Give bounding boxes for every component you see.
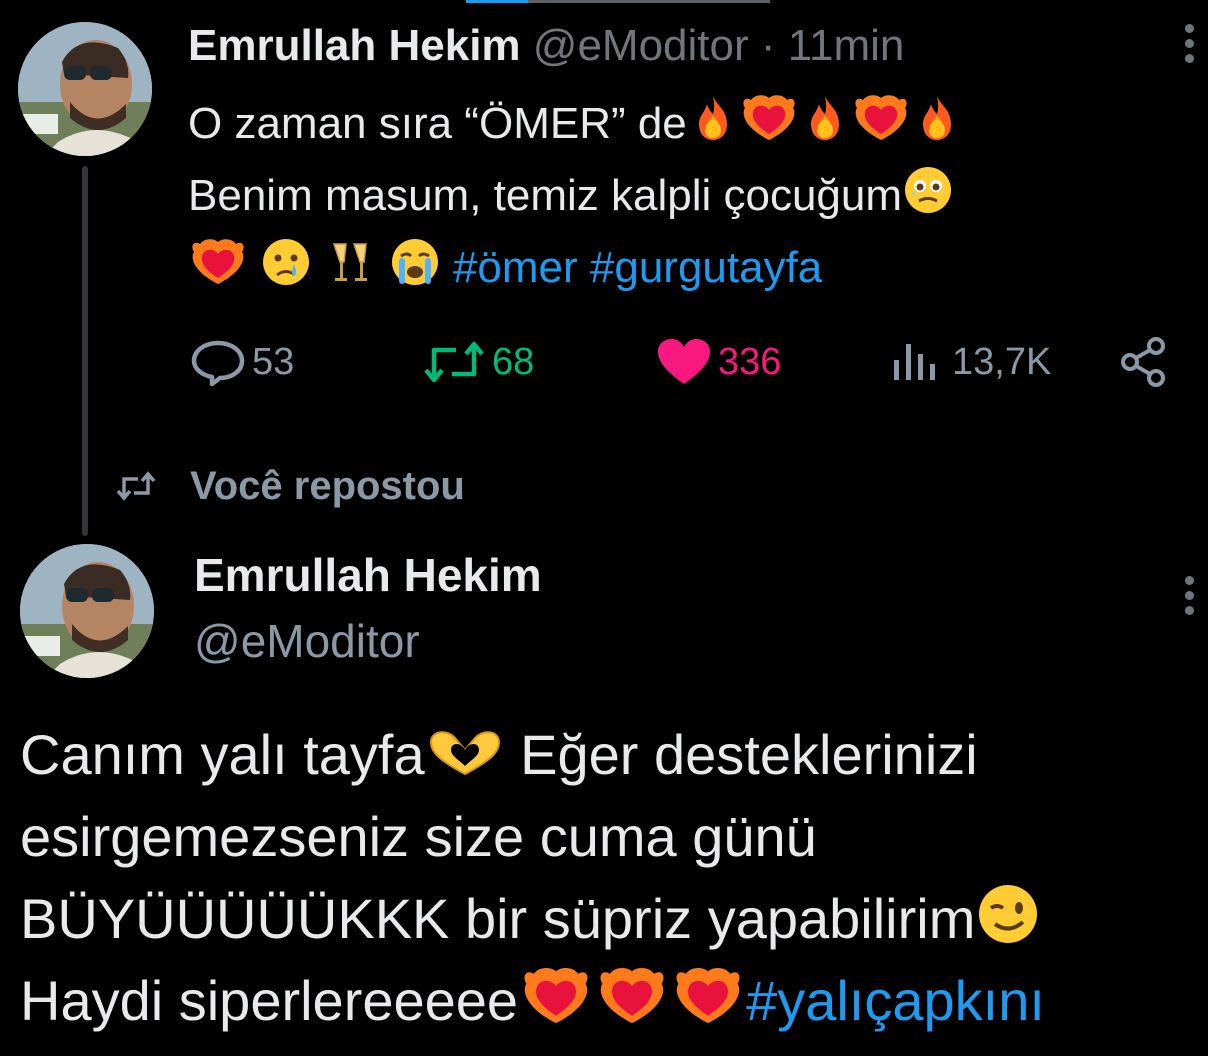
tweet-text-line: Benim masum, temiz kalpli çocuğum	[188, 160, 1178, 232]
share-button[interactable]	[1118, 330, 1176, 394]
retweet-icon	[116, 471, 156, 501]
tweet-text-span: Haydi siperlereeeee	[20, 969, 519, 1032]
heart-on-fire-emoji	[855, 95, 907, 140]
heart-hands-emoji	[429, 731, 500, 776]
fire-emoji	[810, 96, 839, 140]
views-icon	[894, 344, 935, 380]
views-button[interactable]: 13,7K	[890, 330, 1051, 394]
more-icon[interactable]	[1183, 576, 1197, 628]
retweet-count: 68	[492, 340, 535, 383]
retweet-button[interactable]: 68	[422, 330, 534, 394]
like-button[interactable]: 336	[656, 330, 781, 394]
retweet-icon	[424, 341, 484, 383]
tweet-text-line: Haydi siperlereeeee #yalıçapkını	[20, 960, 1200, 1042]
tweet-text-span: Eğer desteklerinizi	[504, 723, 978, 786]
tweet-header: Emrullah Hekim @eModitor · 11min	[188, 16, 904, 76]
fire-emoji	[698, 96, 727, 140]
tweet-text-span: Benim masum, temiz kalpli çocuğum	[188, 171, 903, 220]
more-icon[interactable]	[1183, 24, 1197, 76]
tweet-text-span: BÜYÜÜÜÜÜKKK bir süpriz yapabilirim	[20, 887, 976, 950]
fire-emoji	[922, 96, 951, 140]
tweet-text: O zaman sıra “ÖMER” de Benim masum, temi…	[188, 88, 1178, 304]
tweet-actions: 53 68 336 13,7K	[0, 330, 1208, 394]
avatar[interactable]	[18, 22, 152, 156]
winking-face-emoji	[979, 885, 1038, 943]
tweet-text-line: BÜYÜÜÜÜÜKKK bir süpriz yapabilirim	[20, 878, 1200, 960]
reply-count: 53	[252, 340, 295, 383]
tweet-text-line: Canım yalı tayfa Eğer desteklerinizi	[20, 714, 1200, 796]
face-holding-back-tears-emoji	[905, 167, 952, 213]
hashtag-link[interactable]: #yalıçapkını	[746, 969, 1045, 1032]
hashtag-links[interactable]: #ömer #gurgutayfa	[453, 243, 822, 292]
tweet-text-span: O zaman sıra “ÖMER” de	[188, 99, 687, 148]
author-name[interactable]: Emrullah Hekim	[194, 544, 542, 606]
author-handle[interactable]: @eModitor	[194, 610, 420, 672]
tweet-text-span: Canım yalı tayfa	[20, 723, 425, 786]
avatar[interactable]	[20, 544, 154, 678]
heart-on-fire-emoji	[743, 95, 795, 140]
heart-on-fire-emoji	[524, 967, 588, 1024]
clinking-glasses-emoji	[333, 243, 368, 281]
top-progress-strip	[466, 0, 770, 3]
tweet-text-line: #ömer #gurgutayfa	[188, 232, 1178, 304]
tweet-text-span: esirgemezseniz size cuma günü	[20, 805, 817, 868]
tweet-time[interactable]: · 11min	[761, 21, 904, 70]
tweet-text: Canım yalı tayfa Eğer desteklerinizi esi…	[20, 714, 1200, 1042]
heart-icon	[658, 339, 710, 384]
like-count: 336	[718, 340, 782, 383]
repost-label: Você repostou	[190, 463, 465, 508]
views-count: 13,7K	[952, 340, 1052, 383]
reply-icon	[191, 340, 245, 386]
heart-on-fire-emoji	[600, 967, 664, 1024]
author-handle[interactable]: @eModitor	[533, 21, 749, 70]
heart-on-fire-emoji	[192, 239, 244, 284]
loudly-crying-face-emoji	[391, 239, 438, 285]
repost-indicator: Você repostou	[116, 458, 465, 514]
heart-on-fire-emoji	[676, 967, 740, 1024]
tweet-text-line: O zaman sıra “ÖMER” de	[188, 88, 1178, 160]
tweet-text-line: esirgemezseniz size cuma günü	[20, 796, 1200, 878]
share-icon	[1121, 337, 1165, 387]
crying-face-emoji	[263, 239, 310, 285]
reply-button[interactable]: 53	[190, 330, 294, 394]
author-name[interactable]: Emrullah Hekim	[188, 21, 521, 70]
